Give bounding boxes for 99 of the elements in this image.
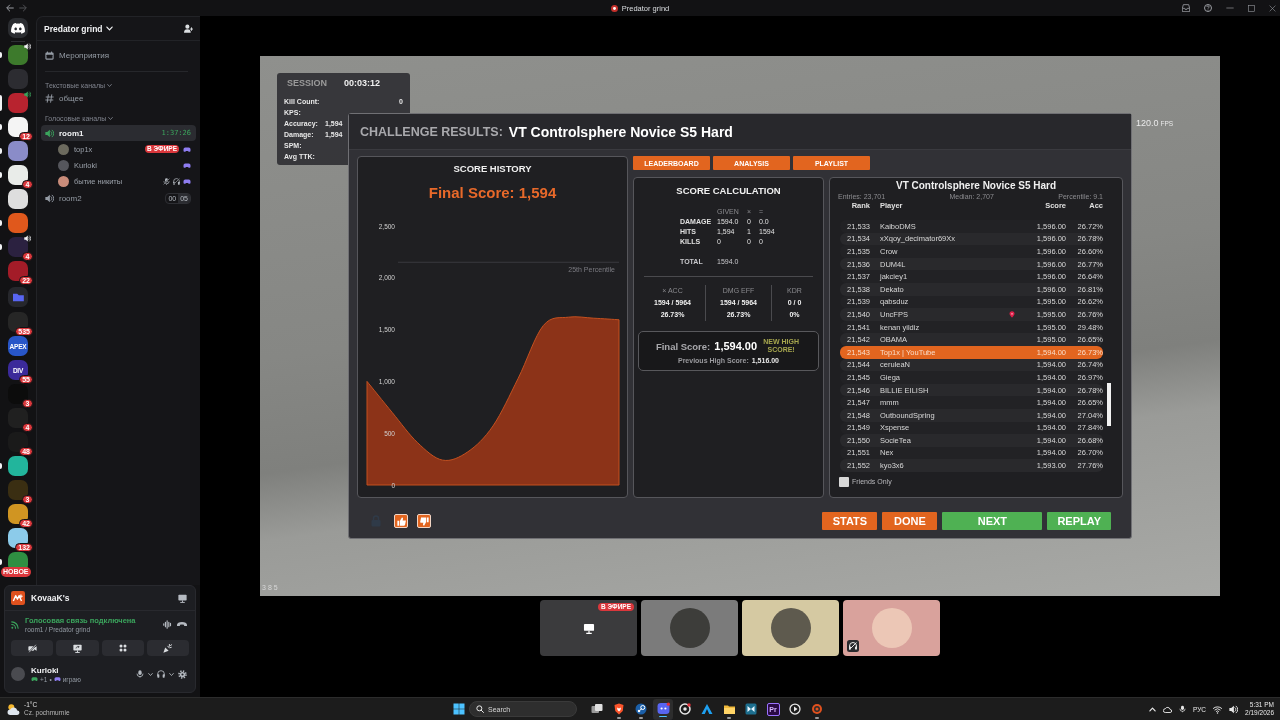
chevron-up-icon[interactable]: [1149, 705, 1157, 713]
leaderboard-title: VT Controlsphere Novice S5 Hard: [894, 180, 1057, 192]
chat-logo-icon: [656, 702, 670, 715]
screen-share-icon: [72, 643, 82, 653]
user-avatar: [58, 143, 69, 155]
screen-share-button[interactable]: [56, 640, 99, 656]
server-icon[interactable]: [8, 261, 28, 281]
add-person-icon[interactable]: [184, 24, 193, 33]
wifi-icon[interactable]: [1213, 704, 1223, 714]
grid-icon: [118, 644, 127, 652]
events-item[interactable]: Мероприятия: [41, 48, 196, 62]
bowtie-logo-icon: [745, 703, 757, 715]
hang-up-icon[interactable]: [177, 619, 187, 629]
calendar-icon: [45, 50, 54, 60]
server-avatar-icon: [610, 4, 618, 12]
server-icon[interactable]: [8, 189, 28, 209]
home-button[interactable]: [8, 18, 28, 38]
final-score: Final Score: 1,594: [428, 184, 557, 202]
dislike-button[interactable]: [417, 514, 431, 528]
server-icon[interactable]: [8, 528, 28, 548]
monitor-icon: [582, 622, 595, 634]
user-avatar: [58, 175, 69, 187]
weather-cloud-icon[interactable]: [7, 702, 20, 716]
camera-button[interactable]: [11, 640, 54, 656]
microphone-icon[interactable]: [1179, 705, 1187, 713]
settings-icon[interactable]: [178, 669, 187, 679]
participant-tile[interactable]: [843, 600, 940, 656]
avatar-photo-placeholder: [770, 608, 811, 648]
help-icon[interactable]: [1204, 4, 1212, 12]
soundboard-button[interactable]: [146, 640, 189, 656]
avatar-photo-placeholder: [871, 608, 912, 648]
thumbs-up-icon: [396, 516, 406, 526]
microphone-icon[interactable]: [136, 670, 144, 678]
final-score-value: 1,594.00: [714, 340, 758, 352]
back-arrow-icon[interactable]: [6, 4, 14, 12]
round-logo-icon: [635, 703, 647, 715]
user-avatar: [58, 159, 69, 171]
chevron-down-icon: [105, 25, 113, 32]
participant-tile[interactable]: [641, 600, 738, 656]
server-icon[interactable]: [8, 165, 28, 185]
maximize-icon[interactable]: [1248, 4, 1255, 12]
participant-tile[interactable]: [742, 600, 839, 656]
server-icon[interactable]: [8, 432, 28, 452]
headphones-icon[interactable]: [157, 670, 165, 678]
close-icon[interactable]: [1269, 4, 1276, 12]
final-score-label: Final Score:: [655, 340, 711, 352]
party-popper-icon: [163, 643, 173, 653]
speaker-icon: [45, 128, 54, 138]
panel-title: SCORE CALCULATION: [675, 185, 782, 197]
gamepad-icon: [53, 676, 61, 682]
channel-item[interactable]: общее: [41, 91, 196, 105]
session-time: 00:03:12: [344, 78, 381, 88]
taskbar-app-button[interactable]: [653, 698, 673, 720]
scrollbar-thumb[interactable]: [1107, 383, 1111, 426]
shield-icon: [613, 703, 625, 715]
avatar-photo-placeholder: [669, 608, 710, 648]
start-icon[interactable]: [453, 703, 465, 715]
task-view-icon: [591, 703, 603, 715]
screen-icon[interactable]: [178, 593, 187, 603]
server-icon[interactable]: [8, 504, 28, 524]
play-circle-icon: [789, 703, 801, 715]
home-logo-icon: [11, 22, 25, 34]
server-icon[interactable]: [8, 312, 28, 332]
camera-off-icon: [27, 643, 37, 653]
app-logo-icon: [11, 591, 25, 605]
scenario-title: VT Controlsphere Novice S5 Hard: [508, 123, 733, 140]
folder-icon: [722, 703, 736, 715]
aperture-icon: [679, 703, 691, 715]
session-label: SESSION: [286, 78, 328, 88]
server-icon[interactable]: [8, 117, 28, 137]
server-icon[interactable]: [8, 456, 28, 476]
folder-icon[interactable]: [8, 287, 28, 307]
chevron-down-icon[interactable]: [148, 671, 153, 677]
server-icon[interactable]: [8, 45, 28, 65]
speaker-icon: [45, 193, 54, 203]
thumbs-down-icon: [419, 516, 429, 526]
server-icon[interactable]: [8, 237, 28, 257]
like-button[interactable]: [394, 514, 408, 528]
hash-icon: [45, 93, 54, 103]
user-name: Kurloki: [31, 665, 60, 675]
search-icon: [476, 705, 484, 713]
checkbox[interactable]: [839, 476, 849, 487]
chevron-down-icon[interactable]: [169, 671, 174, 677]
channel-item[interactable]: room2: [41, 190, 162, 206]
dialog-heading: CHALLENGE RESULTS:: [360, 124, 503, 139]
fps-value: 120.0: [1136, 118, 1159, 128]
server-icon[interactable]: [8, 141, 28, 161]
activities-button[interactable]: [101, 640, 144, 656]
volume-icon[interactable]: [1229, 704, 1239, 714]
gamepad-icon: [31, 676, 38, 682]
cloud-icon[interactable]: [1163, 704, 1173, 714]
triangle-logo-icon: [701, 703, 713, 715]
activity-name: KovaaK's: [31, 593, 71, 603]
signal-icon: [11, 619, 20, 629]
server-name-button[interactable]: Predator grind: [44, 23, 113, 34]
noise-suppression-icon[interactable]: [163, 619, 172, 629]
panel-title: SCORE HISTORY: [453, 163, 532, 175]
inbox-icon[interactable]: [1182, 4, 1190, 12]
target-icon: [811, 703, 823, 715]
